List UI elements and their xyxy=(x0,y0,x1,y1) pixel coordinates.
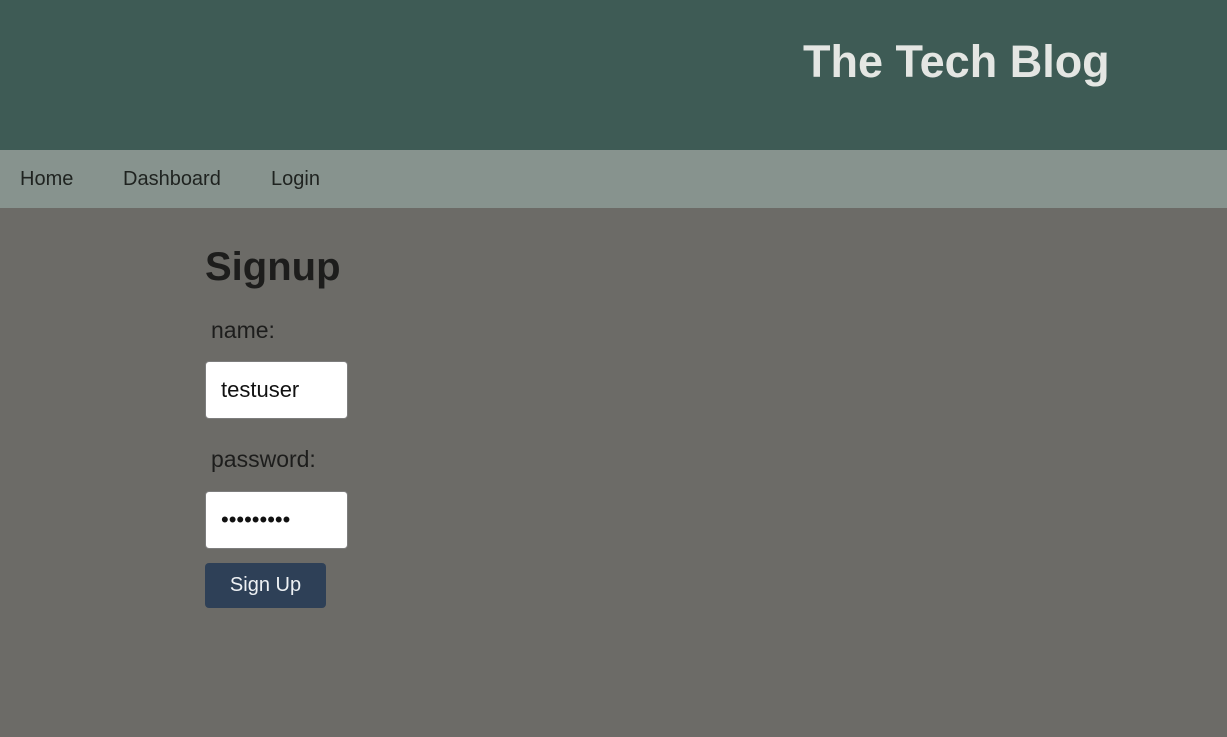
name-input[interactable] xyxy=(205,361,348,419)
navbar: Home Dashboard Login xyxy=(0,150,1227,208)
signup-heading: Signup xyxy=(205,245,341,289)
password-input[interactable] xyxy=(205,491,348,549)
nav-link-home[interactable]: Home xyxy=(20,167,73,191)
site-title: The Tech Blog xyxy=(803,36,1110,87)
nav-link-dashboard[interactable]: Dashboard xyxy=(123,167,221,191)
name-label: name: xyxy=(211,317,275,343)
main-content: Signup name: password: Sign Up xyxy=(0,208,1227,737)
nav-link-login[interactable]: Login xyxy=(271,167,320,191)
signup-button[interactable]: Sign Up xyxy=(205,563,326,608)
site-header: The Tech Blog xyxy=(0,0,1227,150)
password-label: password: xyxy=(211,446,316,472)
